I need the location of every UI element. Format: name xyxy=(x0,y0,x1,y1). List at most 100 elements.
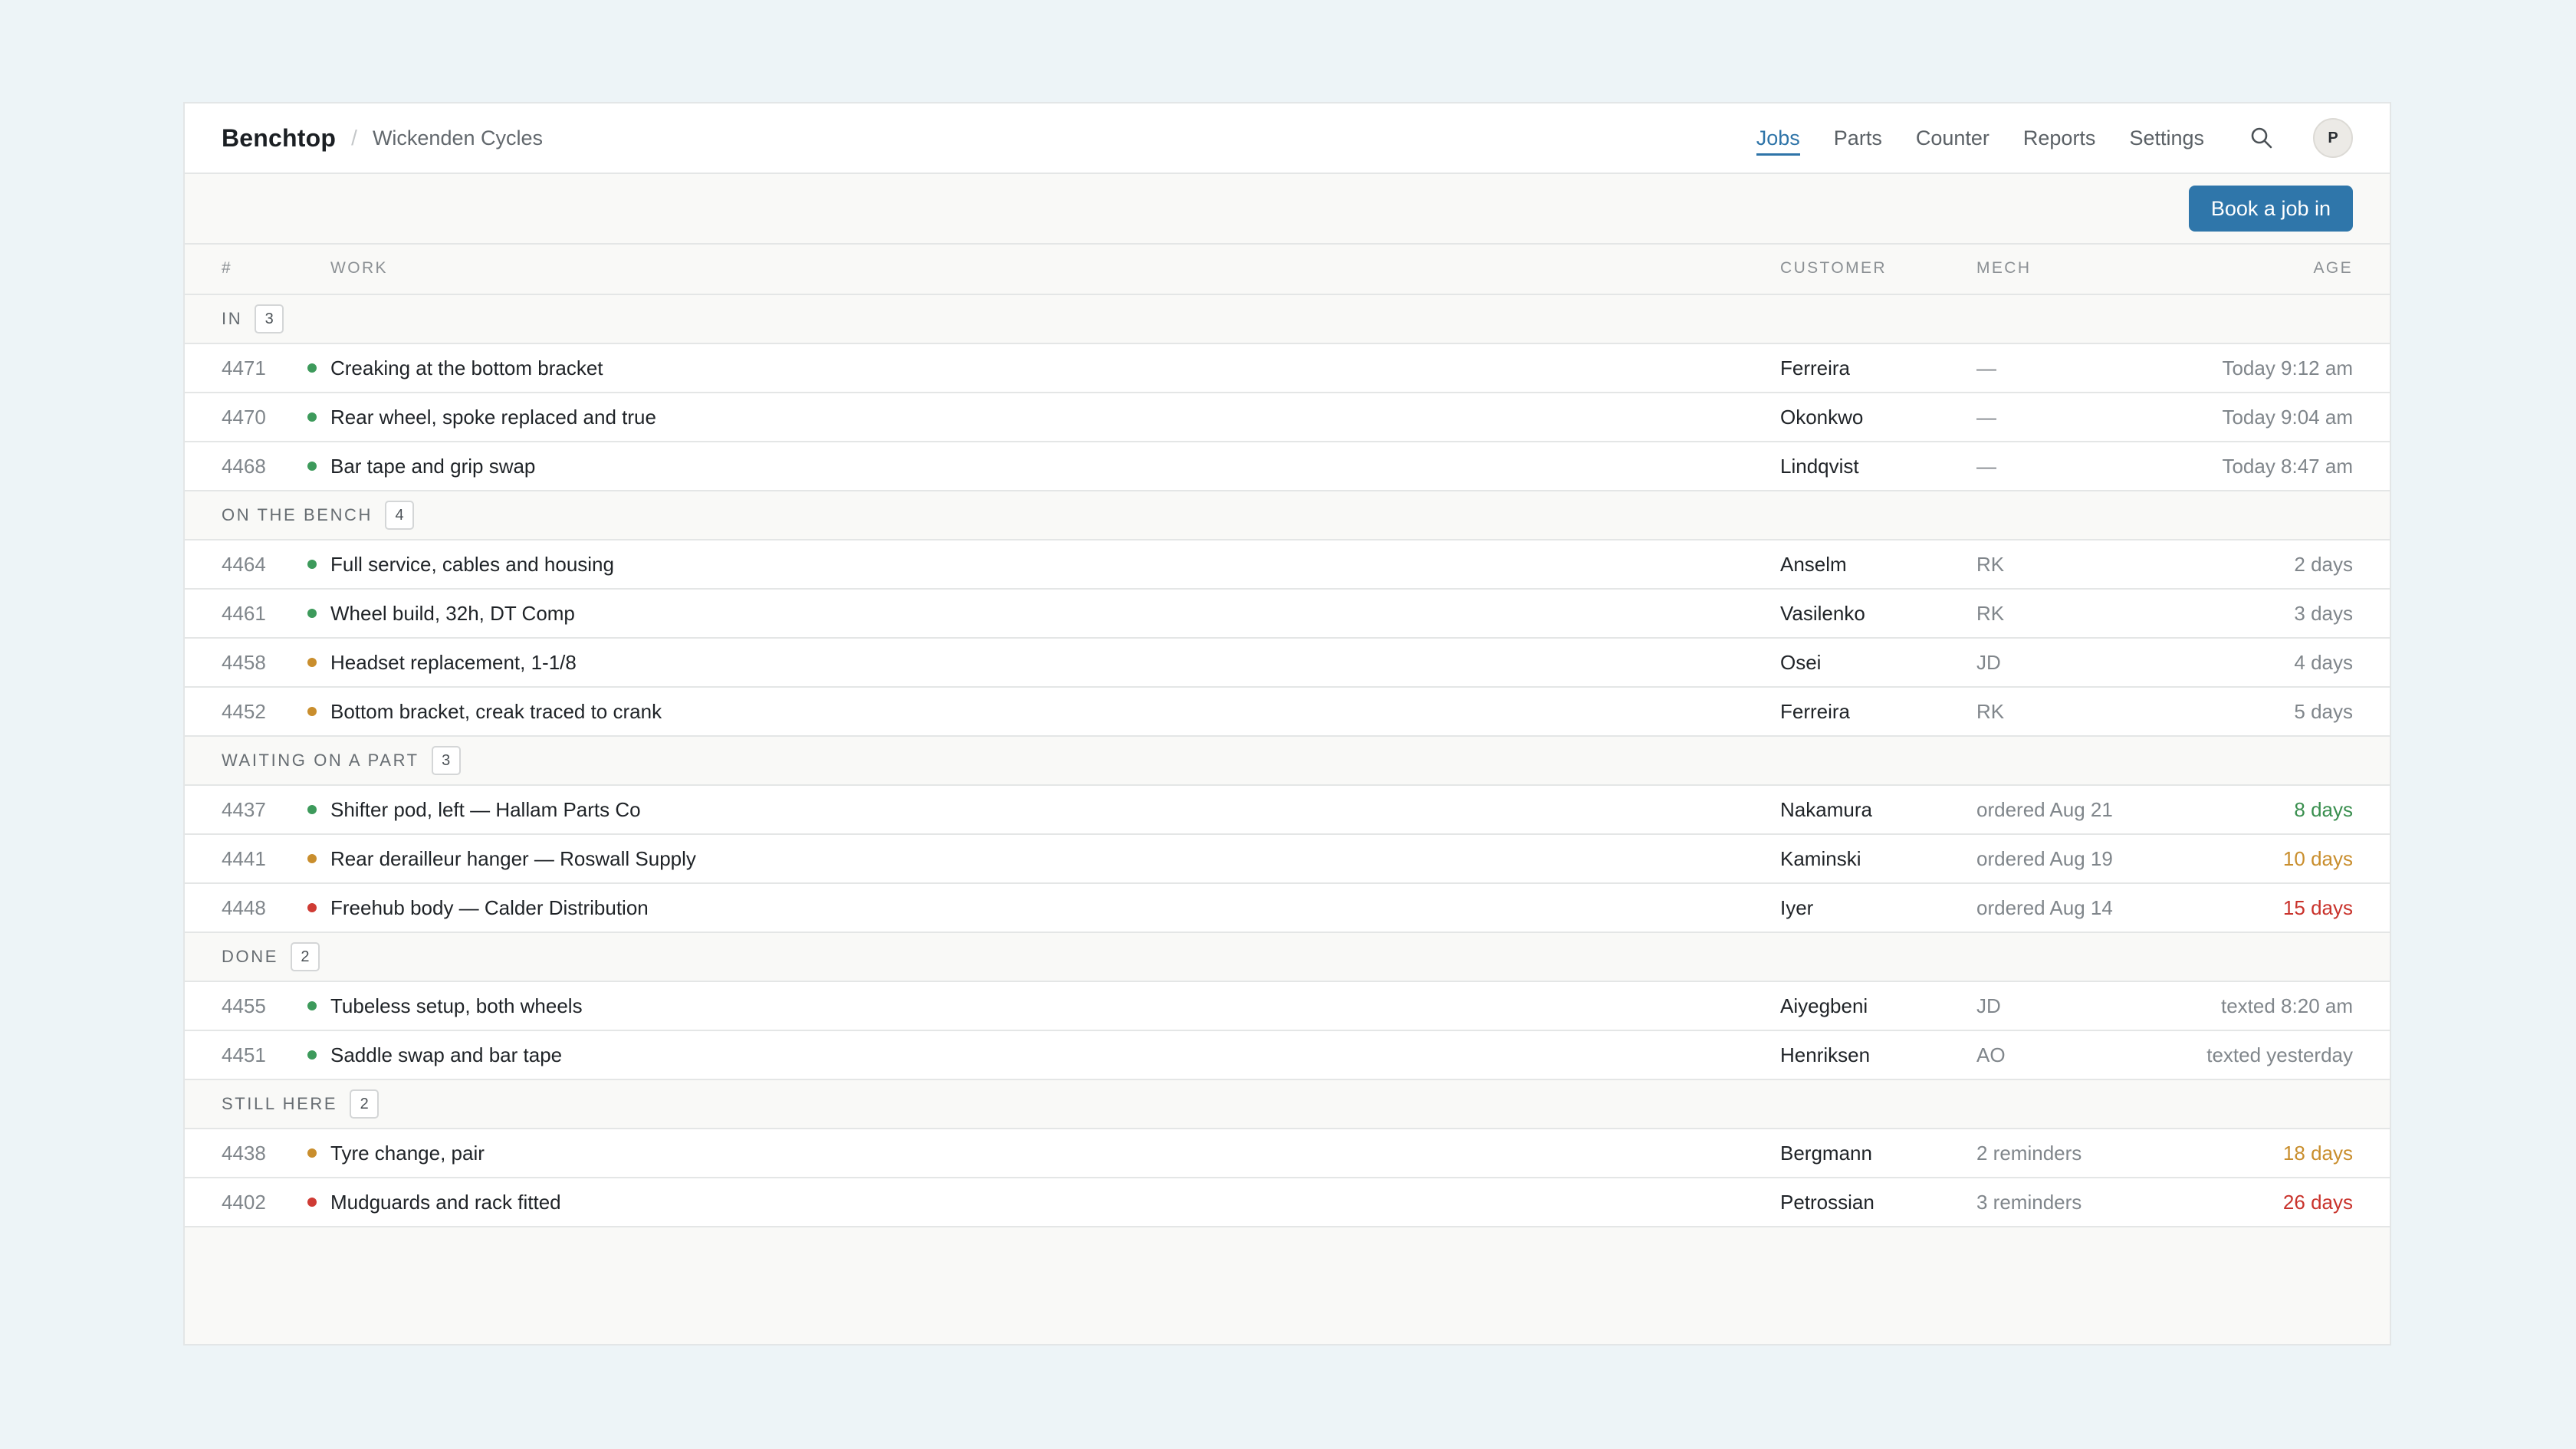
book-job-button[interactable]: Book a job in xyxy=(2188,186,2353,232)
nav-item-jobs[interactable]: Jobs xyxy=(1756,104,1800,172)
column-header-number[interactable]: # xyxy=(222,245,232,292)
job-work[interactable]: Mudguards and rack fitted xyxy=(330,1178,561,1226)
job-work[interactable]: Rear wheel, spoke replaced and true xyxy=(330,393,656,441)
table-row[interactable]: 4468 Bar tape and grip swap Lindqvist — Toda… xyxy=(185,442,2390,491)
brand-logo[interactable]: Benchtop xyxy=(222,124,336,153)
group-label-text: ON THE BENCH xyxy=(222,505,373,524)
nav-item-counter[interactable]: Counter xyxy=(1916,104,1990,172)
table-row[interactable]: 4471 Creaking at the bottom bracket Ferrei… xyxy=(185,344,2390,393)
table-row[interactable]: 4461 Wheel build, 32h, DT Comp Vasilenko RK… xyxy=(185,590,2390,639)
job-mech: RK xyxy=(1976,601,2005,625)
job-work[interactable]: Headset replacement, 1-1/8 xyxy=(330,639,577,686)
job-work[interactable]: Bar tape and grip swap xyxy=(330,442,535,490)
status-dot xyxy=(307,903,317,912)
status-dot-green xyxy=(307,393,317,441)
table-row[interactable]: 4402 Mudguards and rack fitted Petrossian 3… xyxy=(185,1178,2390,1227)
job-work[interactable]: Tyre change, pair xyxy=(330,1129,485,1177)
table-row[interactable]: 4464 Full service, cables and housing Anse… xyxy=(185,540,2390,590)
job-age: texted 8:20 am xyxy=(2221,994,2353,1017)
nav-item-settings[interactable]: Settings xyxy=(2129,104,2204,172)
group-label-text: IN xyxy=(222,309,243,328)
job-number: 4458 xyxy=(222,650,266,674)
job-work[interactable]: Saddle swap and bar tape xyxy=(330,1031,562,1079)
job-age: 15 days xyxy=(2282,895,2353,919)
table-header: # WORK CUSTOMER MECH AGE xyxy=(185,245,2390,295)
job-work[interactable]: Wheel build, 32h, DT Comp xyxy=(330,590,575,637)
table-row[interactable]: 4470 Rear wheel, spoke replaced and true O… xyxy=(185,393,2390,442)
job-mech: 2 reminders xyxy=(1976,1141,2082,1165)
status-dot xyxy=(307,609,317,618)
nav-item-reports[interactable]: Reports xyxy=(2023,104,2096,172)
job-table: IN 3 4471 Creaking at the bottom bracket Fer… xyxy=(185,295,2390,1227)
status-dot xyxy=(307,1148,317,1158)
column-header-mech[interactable]: MECH xyxy=(1976,245,2031,292)
group-label: STILL HERE 2 xyxy=(222,1080,380,1128)
table-row[interactable]: 4452 Bottom bracket, creak traced to cran… xyxy=(185,688,2390,737)
job-customer: Kaminski xyxy=(1780,846,1861,870)
table-row[interactable]: 4451 Saddle swap and bar tape Henriksen AO t… xyxy=(185,1031,2390,1080)
job-number: 4437 xyxy=(222,797,266,821)
job-mech: ordered Aug 14 xyxy=(1976,895,2113,919)
job-customer: Okonkwo xyxy=(1780,405,1864,429)
status-dot xyxy=(307,560,317,569)
group-header[interactable]: DONE 2 xyxy=(185,933,2390,982)
job-work[interactable]: Tubeless setup, both wheels xyxy=(330,982,583,1030)
top-bar: Benchtop / Wickenden Cycles Jobs Parts C… xyxy=(185,104,2390,174)
job-age: texted yesterday xyxy=(2206,1043,2353,1066)
job-customer: Lindqvist xyxy=(1780,454,1859,478)
app-window: Benchtop / Wickenden Cycles Jobs Parts C… xyxy=(183,102,2391,1346)
job-age: 18 days xyxy=(2282,1141,2353,1165)
job-age: Today 9:12 am xyxy=(2222,356,2353,380)
table-row[interactable]: 4437 Shifter pod, left — Hallam Parts Co N… xyxy=(185,786,2390,835)
job-age: Today 8:47 am xyxy=(2222,454,2353,478)
job-mech: RK xyxy=(1976,699,2005,723)
status-dot xyxy=(307,805,317,814)
job-age: 10 days xyxy=(2282,846,2353,870)
job-mech: JD xyxy=(1976,994,2001,1017)
job-work[interactable]: Freehub body — Calder Distribution xyxy=(330,884,649,932)
job-number: 4468 xyxy=(222,454,266,478)
job-work[interactable]: Rear derailleur hanger — Roswall Supply xyxy=(330,835,696,882)
status-dot xyxy=(307,854,317,863)
status-dot xyxy=(307,707,317,716)
job-work[interactable]: Shifter pod, left — Hallam Parts Co xyxy=(330,786,641,833)
nav-item-parts[interactable]: Parts xyxy=(1834,104,1882,172)
status-dot xyxy=(307,462,317,471)
job-work[interactable]: Creaking at the bottom bracket xyxy=(330,344,603,392)
table-row[interactable]: 4441 Rear derailleur hanger — Roswall Sup… xyxy=(185,835,2390,884)
group-count-badge: 3 xyxy=(431,746,461,775)
status-dot xyxy=(307,412,317,422)
job-mech: AO xyxy=(1976,1043,2006,1066)
group-header[interactable]: ON THE BENCH 4 xyxy=(185,491,2390,540)
avatar[interactable]: P xyxy=(2313,118,2353,158)
job-work[interactable]: Full service, cables and housing xyxy=(330,540,614,588)
search-icon[interactable] xyxy=(2249,125,2275,151)
job-age: 2 days xyxy=(2294,552,2353,576)
table-row[interactable]: 4438 Tyre change, pair Bergmann 2 reminders… xyxy=(185,1129,2390,1178)
toolbar: Book a job in xyxy=(185,174,2390,245)
group-header[interactable]: WAITING ON A PART 3 xyxy=(185,737,2390,786)
status-dot xyxy=(307,1198,317,1207)
job-number: 4452 xyxy=(222,699,266,723)
group-header[interactable]: STILL HERE 2 xyxy=(185,1080,2390,1129)
group-label: WAITING ON A PART 3 xyxy=(222,737,461,784)
job-customer: Iyer xyxy=(1780,895,1814,919)
status-dot-red xyxy=(307,884,317,932)
group-label-text: STILL HERE xyxy=(222,1094,338,1113)
group-label-text: WAITING ON A PART xyxy=(222,751,419,770)
status-dot-green xyxy=(307,982,317,1030)
column-header-customer[interactable]: CUSTOMER xyxy=(1780,245,1887,292)
job-mech: — xyxy=(1976,356,1996,380)
status-dot-green xyxy=(307,540,317,588)
column-header-work[interactable]: WORK xyxy=(330,245,388,292)
status-dot-amber xyxy=(307,1129,317,1177)
table-row[interactable]: 4448 Freehub body — Calder Distribution Iy… xyxy=(185,884,2390,933)
status-dot xyxy=(307,1050,317,1060)
status-dot xyxy=(307,658,317,667)
job-number: 4438 xyxy=(222,1141,266,1165)
group-header[interactable]: IN 3 xyxy=(185,295,2390,344)
job-work[interactable]: Bottom bracket, creak traced to crank xyxy=(330,688,662,735)
table-row[interactable]: 4455 Tubeless setup, both wheels Aiyegbeni… xyxy=(185,982,2390,1031)
column-header-age[interactable]: AGE xyxy=(2313,245,2353,292)
table-row[interactable]: 4458 Headset replacement, 1-1/8 Osei JD 4 da… xyxy=(185,639,2390,688)
